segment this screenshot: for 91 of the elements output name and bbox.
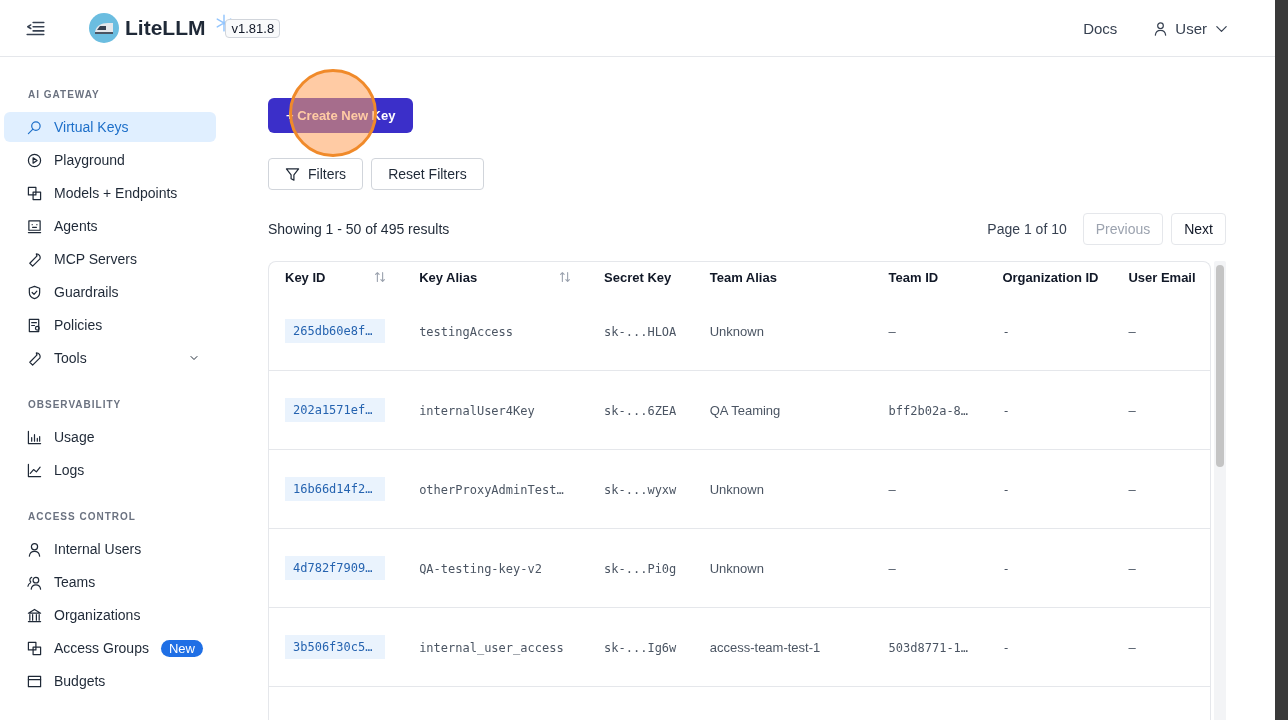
sort-icon <box>373 270 388 284</box>
document-icon <box>27 317 42 333</box>
robot-icon <box>27 218 42 234</box>
table-cell: – <box>1128 639 1136 655</box>
sidebar-item[interactable]: Access Groups New <box>4 633 216 663</box>
wrench-icon <box>27 251 42 267</box>
column-header: Team Alias <box>709 269 777 285</box>
table-cell: – <box>1128 481 1136 497</box>
squares-icon <box>27 185 42 201</box>
sidebar-item[interactable]: Organizations <box>4 600 216 630</box>
line-chart-icon <box>27 462 42 478</box>
table-cell: - <box>1002 403 1010 418</box>
logo-icon <box>89 13 119 43</box>
key-id-link[interactable]: 16b66d14f2… <box>285 477 385 501</box>
table-cell: – <box>888 482 896 497</box>
table-cell: - <box>1002 561 1010 576</box>
table-cell: sk-...wyxw <box>604 482 677 497</box>
table-cell: bff2b02a-8… <box>888 403 969 418</box>
key-id-link[interactable]: 265db60e8f… <box>285 319 385 343</box>
table-cell: internalUser4Key <box>419 403 535 418</box>
sort-icon <box>558 270 573 284</box>
docs-link[interactable]: Docs <box>1083 19 1118 37</box>
sidebar-item[interactable]: Budgets <box>4 666 216 696</box>
table-cell: – <box>1128 323 1136 339</box>
table-cell: 503d8771-1… <box>888 640 969 655</box>
sidebar-item[interactable]: Agents <box>4 211 216 241</box>
wrench-icon <box>27 350 42 366</box>
sidebar-item[interactable]: Virtual Keys <box>4 112 216 142</box>
sidebar-item[interactable]: Tools <box>4 343 216 373</box>
sidebar-item[interactable]: Policies <box>4 310 216 340</box>
search-icon <box>27 119 42 135</box>
table-cell: QA Teaming <box>709 402 781 418</box>
table-cell: – <box>1128 560 1136 576</box>
sidebar-item[interactable]: Models + Endpoints <box>4 178 216 208</box>
shield-icon <box>27 284 42 300</box>
column-header[interactable]: Key ID <box>285 269 326 285</box>
bank-icon <box>27 607 42 623</box>
sidebar-item[interactable]: Usage <box>4 422 216 452</box>
table-cell: testingAccess <box>419 324 514 339</box>
table-cell: QA-testing-key-v2 <box>419 561 542 576</box>
column-header: Team ID <box>888 269 939 285</box>
table-cell: Unknown <box>709 323 764 339</box>
table-cell: sk-...Pi0g <box>604 561 677 576</box>
filters-button[interactable]: Filters <box>268 158 364 190</box>
users-icon <box>27 574 42 590</box>
scrollbar[interactable] <box>1214 261 1226 720</box>
version-badge: v1.81.8 <box>225 18 281 38</box>
table-cell: – <box>888 324 896 339</box>
key-id-link[interactable]: 202a1571ef… <box>285 398 385 422</box>
table-cell: internal_user_access <box>419 640 564 655</box>
column-header[interactable]: Key Alias <box>419 269 478 285</box>
user-menu[interactable]: User <box>1153 19 1229 37</box>
table-cell: sk-...6ZEA <box>604 403 677 418</box>
new-badge: New <box>160 639 203 657</box>
section-heading: OBSERVABILITY <box>28 399 123 410</box>
sidebar-item[interactable]: Logs <box>4 455 216 485</box>
sidebar-item[interactable]: Teams <box>4 567 216 597</box>
funnel-icon <box>285 166 300 182</box>
table-cell: – <box>1128 402 1136 418</box>
table-cell: – <box>888 561 896 576</box>
brand-name: LiteLLM <box>125 16 206 40</box>
key-id-link[interactable]: 4d782f7909… <box>285 556 385 580</box>
sidebar-item[interactable]: Playground <box>4 145 216 175</box>
table-cell: - <box>1002 640 1010 655</box>
section-heading: AI GATEWAY <box>28 89 101 100</box>
sidebar-item[interactable]: Internal Users <box>4 534 216 564</box>
table-cell: Unknown <box>709 560 764 576</box>
table-cell: access-team-test-1 <box>709 639 821 655</box>
sidebar-item[interactable]: MCP Servers <box>4 244 216 274</box>
reset-filters-button[interactable]: Reset Filters <box>371 158 484 190</box>
table-cell: Unknown <box>709 481 764 497</box>
user-icon <box>27 541 42 557</box>
section-heading: ACCESS CONTROL <box>28 511 137 522</box>
results-count: Showing 1 - 50 of 495 results <box>268 221 451 237</box>
column-header: Secret Key <box>604 269 672 285</box>
key-id-link[interactable]: 3b506f30c5… <box>285 635 385 659</box>
sidebar-item[interactable]: Guardrails <box>4 277 216 307</box>
table-cell: - <box>1002 324 1010 339</box>
next-button[interactable]: Next <box>1171 213 1226 245</box>
squares-icon <box>27 640 42 656</box>
user-icon <box>1153 20 1169 36</box>
column-header: Organization ID <box>1002 269 1099 285</box>
bar-chart-icon <box>27 429 42 445</box>
table-cell: - <box>1002 482 1010 497</box>
column-header: User Email <box>1128 269 1196 285</box>
table-cell: sk-...HLOA <box>604 324 677 339</box>
page-indicator: Page 1 of 10 <box>987 221 1067 237</box>
table-cell: sk-...Ig6w <box>604 640 677 655</box>
play-icon <box>27 152 42 168</box>
table-cell: otherProxyAdminTest… <box>419 482 564 497</box>
wallet-icon <box>27 673 42 689</box>
